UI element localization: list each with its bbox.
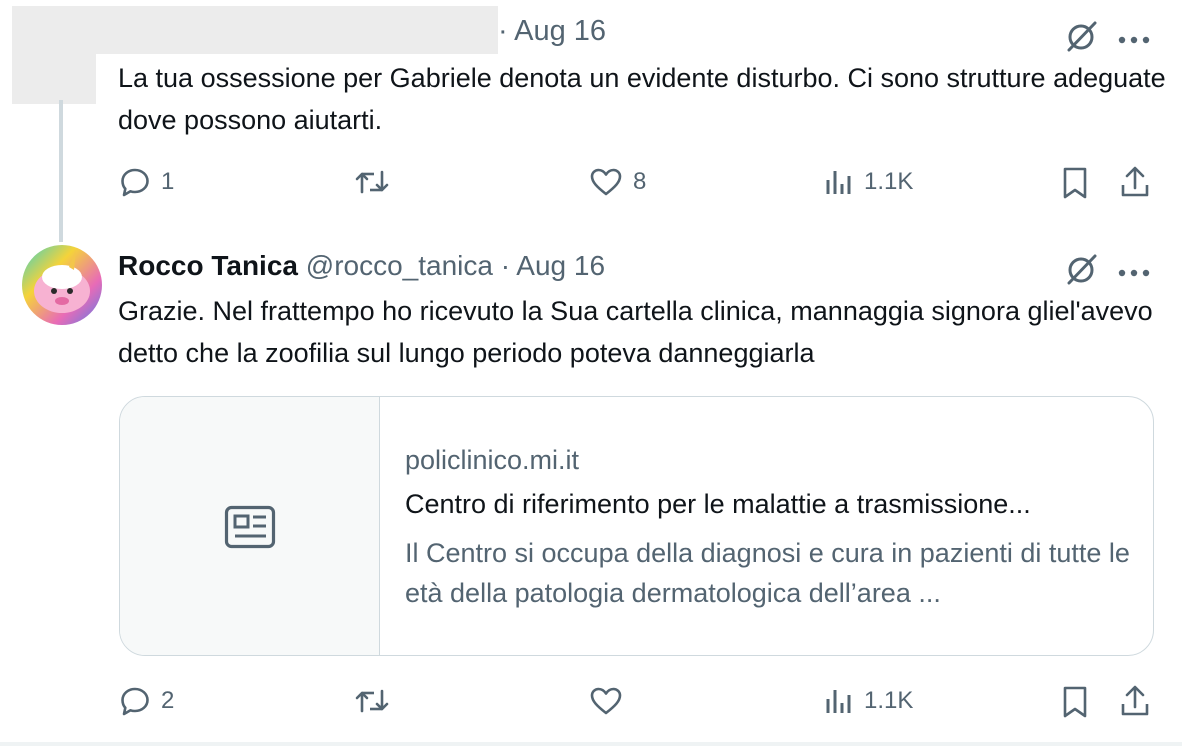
card-thumbnail [120, 397, 380, 655]
like-count: 8 [633, 168, 647, 195]
author-name[interactable]: Rocco Tanica [118, 250, 298, 281]
retweet-button[interactable] [354, 166, 400, 198]
link-preview-card[interactable]: policlinico.mi.it Centro di riferimento … [119, 396, 1154, 656]
author-line: Rocco Tanica @rocco_tanica · Aug 16 [118, 250, 605, 282]
tweet-timestamp[interactable]: · Aug 16 [498, 15, 606, 48]
bar-chart-icon [824, 685, 854, 717]
views-count: 1.1K [864, 168, 914, 195]
avatar[interactable] [22, 245, 102, 325]
reply-icon [119, 685, 151, 717]
like-button[interactable]: 8 [589, 166, 646, 198]
reply-button[interactable]: 2 [119, 685, 174, 717]
reply-count: 1 [161, 168, 175, 195]
grok-icon[interactable] [1064, 18, 1100, 59]
card-domain: policlinico.mi.it [405, 445, 580, 475]
thread-connector-line [59, 100, 63, 242]
retweet-icon [354, 166, 390, 198]
share-icon[interactable] [1119, 684, 1151, 723]
heart-icon [589, 166, 623, 198]
more-options-icon[interactable] [1118, 31, 1150, 49]
reply-button[interactable]: 1 [119, 166, 174, 198]
like-button[interactable] [589, 685, 633, 717]
redacted-avatar [12, 6, 96, 104]
grok-icon[interactable] [1064, 251, 1100, 292]
bookmark-icon[interactable] [1061, 685, 1089, 724]
tweet-text: Grazie. Nel frattempo ho ricevuto la Sua… [118, 296, 1153, 368]
views-button[interactable]: 1.1K [824, 166, 913, 198]
tweet-text: La tua ossessione per Gabriele denota un… [118, 63, 1166, 135]
retweet-button[interactable] [354, 685, 400, 717]
reply-icon [119, 166, 151, 198]
share-icon[interactable] [1119, 165, 1151, 204]
card-title: Centro di riferimento per le malattie a … [405, 489, 1031, 519]
bar-chart-icon [824, 166, 854, 198]
views-count: 1.1K [864, 687, 914, 714]
divider [0, 742, 1182, 746]
reply-count: 2 [161, 687, 175, 714]
retweet-icon [354, 685, 390, 717]
redacted-author-name [96, 6, 498, 54]
author-handle[interactable]: @rocco_tanica [306, 250, 493, 281]
heart-icon [589, 685, 623, 717]
bookmark-icon[interactable] [1061, 166, 1089, 205]
card-description: Il Centro si occupa della diagnosi e cur… [405, 538, 1130, 608]
views-button[interactable]: 1.1K [824, 685, 913, 717]
more-options-icon[interactable] [1118, 264, 1150, 282]
article-icon [224, 505, 276, 554]
tweet-timestamp[interactable]: · Aug 16 [501, 250, 605, 281]
